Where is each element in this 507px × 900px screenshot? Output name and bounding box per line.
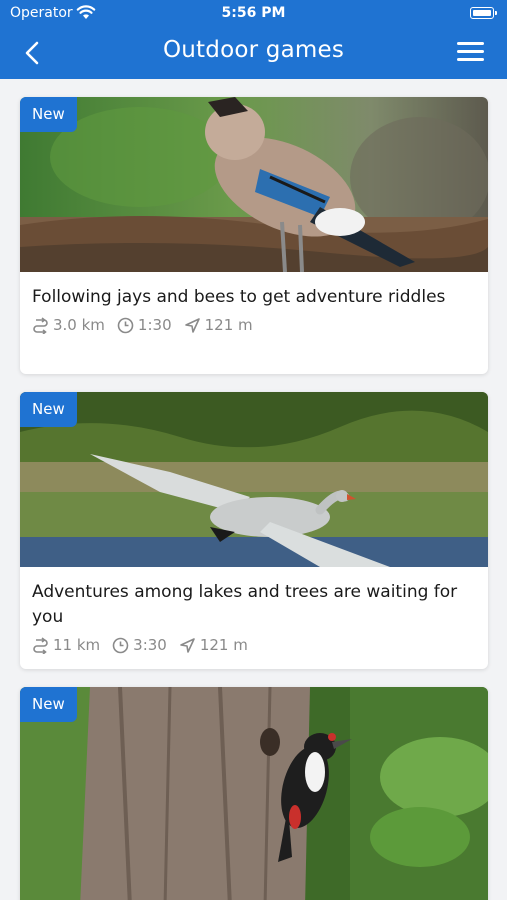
game-card[interactable]: New Following jays and bees to get adven… (20, 97, 488, 374)
route-icon (33, 316, 48, 334)
clock-icon (117, 317, 134, 333)
game-card[interactable]: New Adventures among lakes and trees are… (20, 392, 488, 669)
distance-value: 11 km (53, 636, 101, 654)
navigation-bar: Outdoor games (0, 28, 507, 79)
duration-value: 1:30 (137, 316, 172, 334)
menu-button[interactable] (457, 42, 485, 64)
game-meta: 3.0 km 1:30 121 m (32, 316, 476, 334)
distance-value: 3.0 km (53, 316, 105, 334)
game-title: Adventures among lakes and trees are wai… (32, 582, 458, 627)
card-body: Adventures among lakes and trees are wai… (20, 567, 488, 669)
proximity-value: 121 m (204, 316, 253, 334)
duration-value: 3:30 (133, 636, 167, 654)
route-icon (33, 636, 48, 654)
battery-icon (470, 7, 497, 19)
distance-info: 11 km (32, 636, 100, 654)
location-arrow-icon (184, 317, 200, 333)
proximity-info: 121 m (179, 636, 248, 654)
proximity-value: 121 m (199, 636, 248, 654)
page-title: Outdoor games (162, 37, 345, 63)
distance-info: 3.0 km (32, 316, 105, 334)
clock-time: 5:56 PM (221, 5, 286, 21)
new-badge: New (20, 97, 77, 132)
status-bar: Operator 5:56 PM (0, 0, 507, 28)
game-meta: 11 km 3:30 121 m (32, 636, 476, 654)
duration-info: 1:30 (117, 316, 172, 334)
clock-icon (112, 637, 129, 653)
hamburger-menu-icon (457, 42, 484, 45)
game-list: New Following jays and bees to get adven… (0, 79, 507, 900)
new-badge: New (20, 392, 77, 427)
app-header: Operator 5:56 PM Outdoor games (0, 0, 507, 79)
game-title: Following jays and bees to get adventure… (32, 287, 446, 307)
proximity-info: 121 m (184, 316, 253, 334)
flying-swan-photo: New (20, 392, 488, 567)
card-body: Following jays and bees to get adventure… (20, 272, 488, 374)
game-card[interactable]: New (20, 687, 488, 900)
jay-bird-photo: New (20, 97, 488, 272)
new-badge: New (20, 687, 77, 722)
duration-info: 3:30 (112, 636, 167, 654)
woodpecker-photo: New (20, 687, 488, 900)
location-arrow-icon (180, 637, 195, 653)
